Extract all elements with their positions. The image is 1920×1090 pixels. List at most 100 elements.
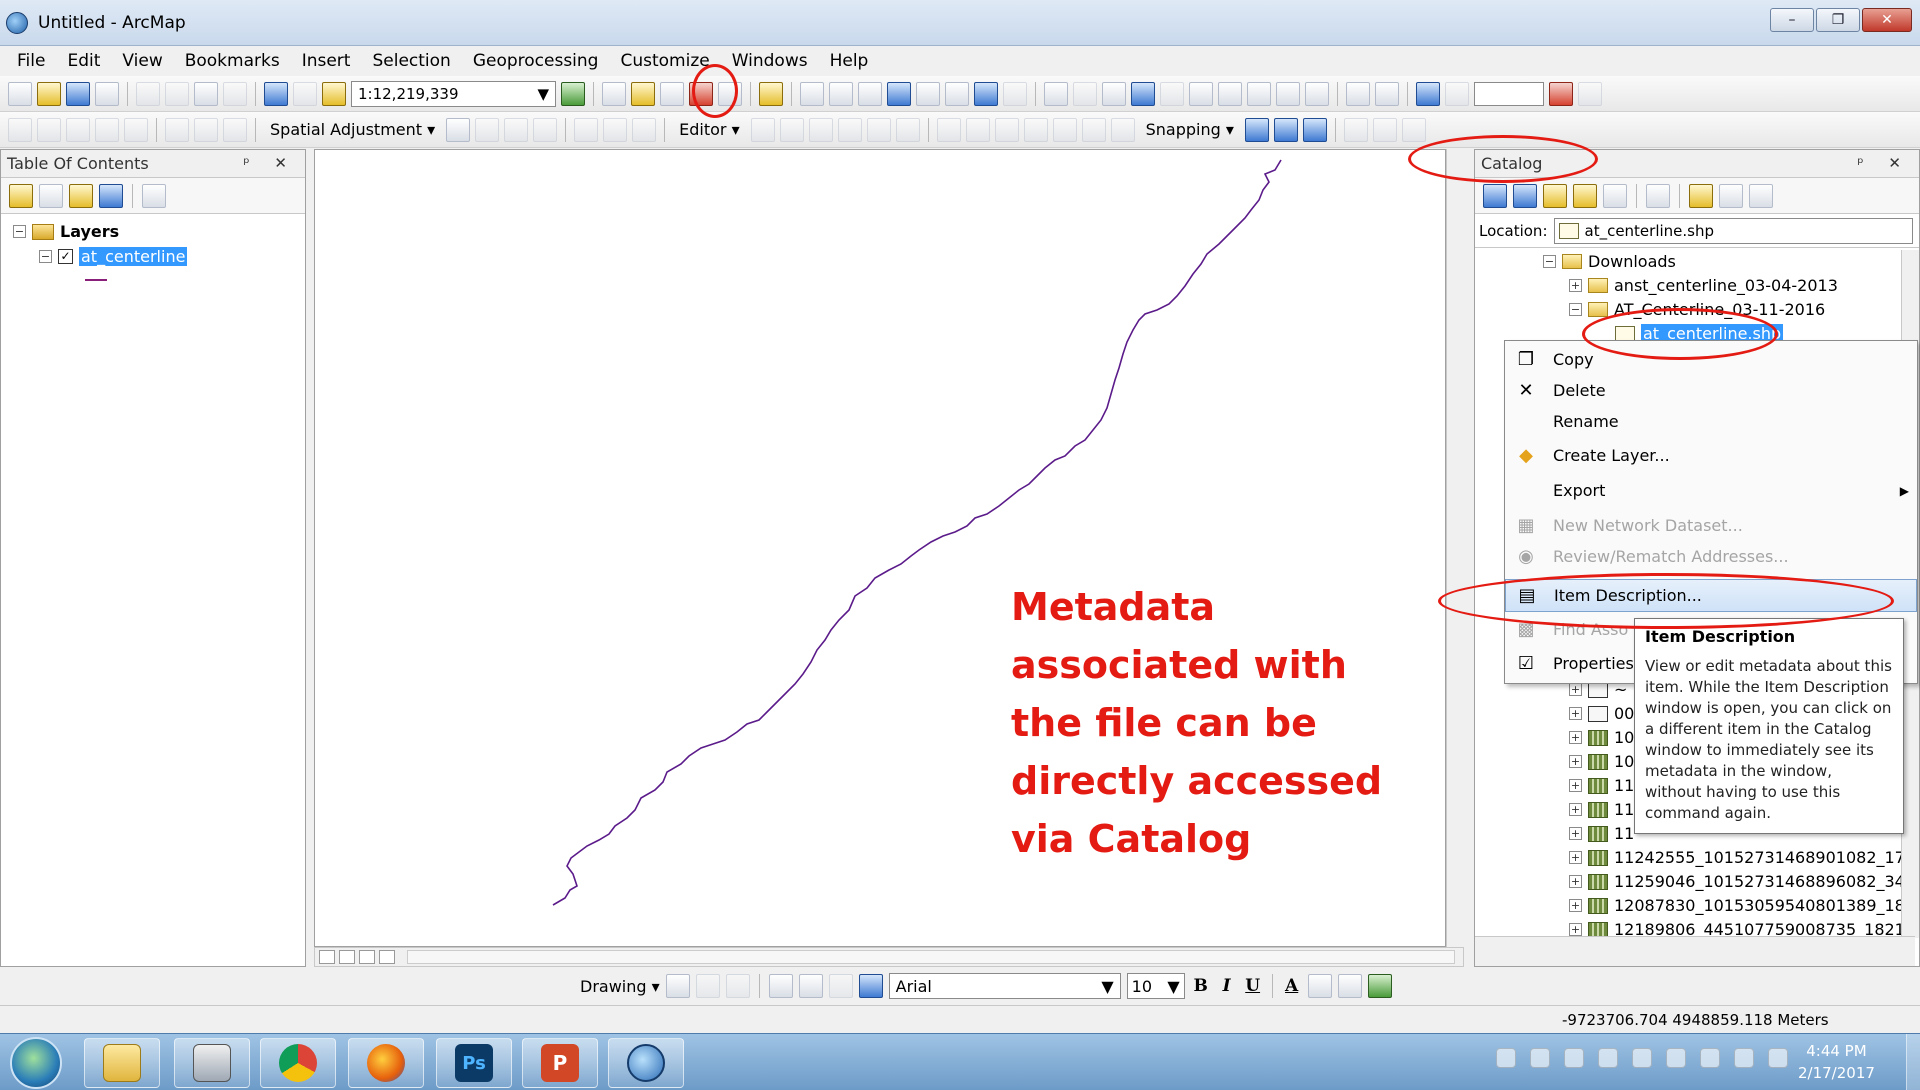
toc-layer-label[interactable]: at_centerline xyxy=(79,247,188,266)
list-by-visibility-icon[interactable] xyxy=(69,183,93,208)
catalog-tree-item[interactable]: + 12087830_10153059540801389_185621 xyxy=(1569,896,1915,915)
rotate-element-icon[interactable] xyxy=(695,974,720,998)
text-tool-icon[interactable] xyxy=(798,974,823,998)
undo-icon[interactable] xyxy=(264,81,288,106)
redo-icon[interactable] xyxy=(293,81,317,106)
collapse-icon[interactable]: − xyxy=(13,225,26,238)
catalog-tree-item[interactable]: + 11259046_10152731468896082_342930 xyxy=(1569,872,1915,891)
reshape-icon[interactable] xyxy=(965,117,990,142)
map-scale-dropdown[interactable]: 1:12,219,339 ▼ xyxy=(351,80,556,107)
scale-tool-icon[interactable] xyxy=(124,117,148,142)
bold-button[interactable]: B xyxy=(1191,976,1211,996)
catalog-tree-item[interactable]: + 00 xyxy=(1569,704,1634,723)
new-displacement-link-icon[interactable] xyxy=(475,117,500,142)
catalog-tree-item[interactable]: + 10 xyxy=(1569,728,1634,747)
clear-selection-icon[interactable] xyxy=(1073,81,1097,106)
map-vertical-scrollbar[interactable] xyxy=(1446,149,1464,947)
menu-selection[interactable]: Selection xyxy=(361,51,461,71)
tray-sync-icon[interactable] xyxy=(1700,1048,1720,1068)
font-color-button[interactable]: A xyxy=(1282,976,1302,996)
menu-file[interactable]: File xyxy=(6,51,56,71)
menu-item-delete[interactable]: ✕ Delete xyxy=(1505,374,1917,407)
expand-icon[interactable]: + xyxy=(1569,851,1582,864)
pan-hand-icon[interactable] xyxy=(858,81,882,106)
zoom-out-icon[interactable] xyxy=(829,81,853,106)
rectangle-icon[interactable] xyxy=(768,974,793,998)
toggle-contents-icon[interactable] xyxy=(1689,183,1713,208)
catalog-tree-item[interactable]: − Downloads xyxy=(1543,252,1676,271)
html-popup-icon[interactable] xyxy=(1189,81,1213,106)
edge-match-icon[interactable] xyxy=(632,117,657,142)
multi-displacement-icon[interactable] xyxy=(533,117,558,142)
italic-button[interactable]: I xyxy=(1217,976,1237,996)
find-route-icon[interactable] xyxy=(1276,81,1300,106)
menu-geoprocessing[interactable]: Geoprocessing xyxy=(462,51,610,71)
identify-info-icon[interactable] xyxy=(1131,81,1155,106)
maximize-button[interactable]: ❐ xyxy=(1816,8,1860,32)
straight-segment-icon[interactable] xyxy=(808,117,833,142)
save-icon[interactable] xyxy=(66,81,90,106)
select-elements-arrow-icon[interactable] xyxy=(1102,81,1126,106)
menu-windows[interactable]: Windows xyxy=(721,51,819,71)
catalog-options-icon[interactable] xyxy=(1749,183,1773,208)
taskbar-photoshop[interactable]: Ps xyxy=(436,1038,512,1088)
topology-edit-icon[interactable] xyxy=(194,117,218,142)
map-horizontal-scrollbar[interactable] xyxy=(407,950,1455,964)
expand-icon[interactable]: + xyxy=(1569,803,1582,816)
hyperlink-icon[interactable] xyxy=(1160,81,1184,106)
view-options-icon[interactable] xyxy=(1646,183,1670,208)
font-name-dropdown[interactable]: Arial ▼ xyxy=(888,973,1121,999)
edit-annotation-icon[interactable] xyxy=(779,117,804,142)
back-arrow-icon[interactable] xyxy=(974,81,998,106)
tray-app-icon[interactable] xyxy=(1666,1048,1686,1068)
table-of-contents-icon[interactable] xyxy=(602,81,626,106)
cut-polygons-icon[interactable] xyxy=(994,117,1019,142)
collapse-icon[interactable]: − xyxy=(1569,303,1582,316)
catalog-tree-item[interactable]: + 10 xyxy=(1569,752,1634,771)
toc-layers-root[interactable]: − Layers xyxy=(13,222,119,241)
refresh-icon[interactable] xyxy=(359,950,375,964)
toc-panel-controls[interactable]: ᵖ ✕ xyxy=(243,154,297,172)
end-point-arc-icon[interactable] xyxy=(837,117,862,142)
network-icon[interactable] xyxy=(1734,1048,1754,1068)
taskbar-firefox[interactable] xyxy=(348,1038,424,1088)
close-button[interactable]: ✕ xyxy=(1862,8,1912,32)
attribute-transfer-icon[interactable] xyxy=(603,117,628,142)
model-builder-icon[interactable] xyxy=(759,81,783,106)
point-snapping-icon[interactable] xyxy=(1244,117,1269,142)
select-arrow-icon[interactable] xyxy=(446,117,471,142)
expand-icon[interactable]: + xyxy=(1569,755,1582,768)
georeferencing-icon[interactable] xyxy=(1343,117,1368,142)
underline-button[interactable]: U xyxy=(1243,976,1263,996)
trace-icon[interactable] xyxy=(866,117,891,142)
layer-selector-dropdown[interactable] xyxy=(1474,81,1544,106)
expand-icon[interactable]: + xyxy=(1569,731,1582,744)
catalog-panel-controls[interactable]: ᵖ ✕ xyxy=(1857,154,1911,172)
menu-edit[interactable]: Edit xyxy=(56,51,111,71)
expand-icon[interactable]: + xyxy=(1569,279,1582,292)
print-icon[interactable] xyxy=(95,81,119,106)
modify-link-icon[interactable] xyxy=(504,117,529,142)
menu-item-rename[interactable]: Rename xyxy=(1505,405,1917,438)
expand-icon[interactable]: + xyxy=(1569,923,1582,936)
paste-icon[interactable] xyxy=(194,81,218,106)
expand-icon[interactable]: + xyxy=(1569,875,1582,888)
catalog-window-icon[interactable] xyxy=(631,81,655,106)
expand-icon[interactable]: + xyxy=(1569,779,1582,792)
open-folder-icon[interactable] xyxy=(37,81,61,106)
overview-icon[interactable] xyxy=(1578,81,1602,106)
shift-icon[interactable] xyxy=(95,117,119,142)
catalog-tree-item[interactable]: + anst_centerline_03-04-2013 xyxy=(1569,276,1838,295)
time-slider-icon[interactable] xyxy=(1346,81,1370,106)
taskbar-powerpoint[interactable]: P xyxy=(522,1038,598,1088)
fill-color-icon[interactable] xyxy=(1307,974,1332,998)
forward-arrow-icon[interactable] xyxy=(1003,81,1027,106)
catalog-tree-item[interactable]: + 11 xyxy=(1569,824,1634,843)
data-view-icon[interactable] xyxy=(319,950,335,964)
tray-network-app-icon[interactable] xyxy=(1530,1048,1550,1068)
flag-icon[interactable] xyxy=(1549,81,1573,106)
marker-color-icon[interactable] xyxy=(1367,974,1392,998)
search-window-icon[interactable] xyxy=(660,81,684,106)
layer-properties-icon[interactable] xyxy=(1445,81,1469,106)
zoom-in-icon[interactable] xyxy=(800,81,824,106)
